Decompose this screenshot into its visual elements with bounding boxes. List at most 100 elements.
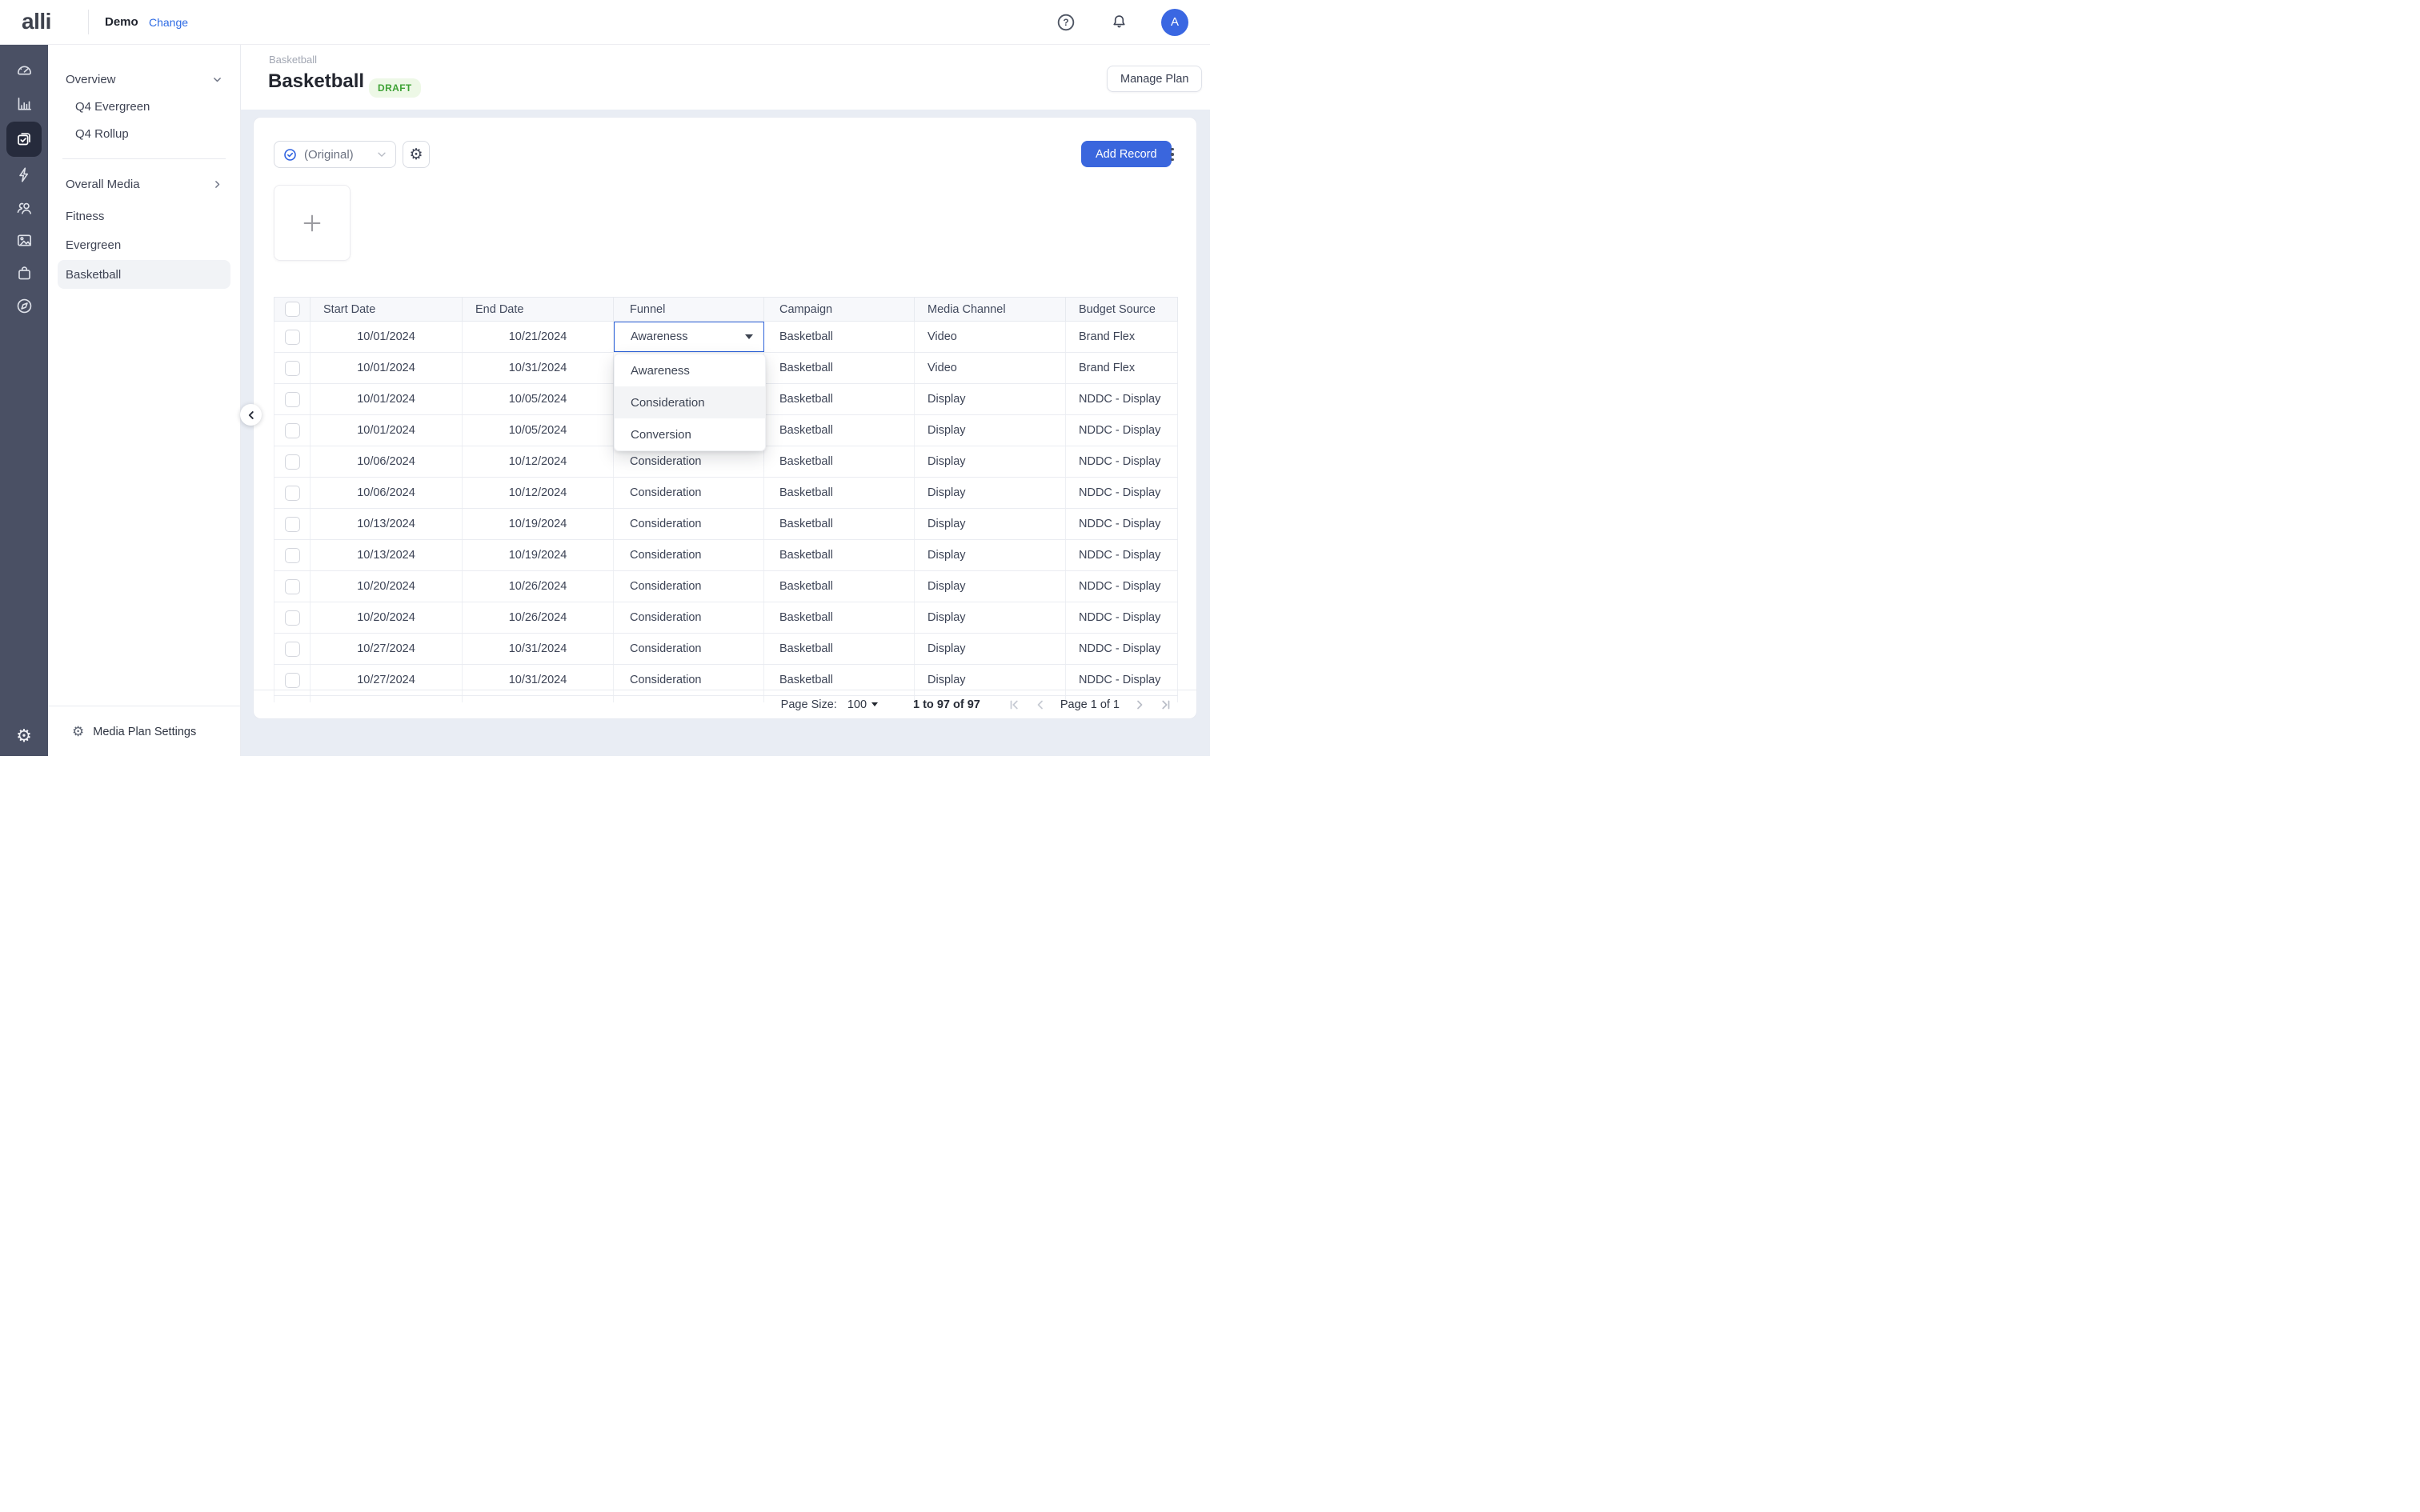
end-date-cell[interactable]: 10/31/2024 xyxy=(463,634,614,664)
start-date-cell[interactable]: 10/01/2024 xyxy=(311,322,463,352)
budget-source-cell[interactable]: NDDC - Display xyxy=(1066,571,1178,602)
more-options-button[interactable] xyxy=(1165,142,1180,166)
notifications-button[interactable] xyxy=(1108,12,1129,33)
rail-item-plans[interactable] xyxy=(6,122,42,157)
budget-source-cell[interactable]: Brand Flex xyxy=(1066,322,1178,352)
budget-source-cell[interactable]: NDDC - Display xyxy=(1066,478,1178,508)
row-checkbox[interactable] xyxy=(285,548,300,563)
rail-item-explore[interactable] xyxy=(6,290,42,322)
campaign-cell[interactable]: Basketball xyxy=(764,478,915,508)
funnel-cell[interactable]: Consideration xyxy=(614,634,764,664)
campaign-cell[interactable]: Basketball xyxy=(764,446,915,477)
media-channel-cell[interactable]: Display xyxy=(915,415,1066,446)
row-checkbox[interactable] xyxy=(285,423,300,438)
campaign-cell[interactable]: Basketball xyxy=(764,509,915,539)
column-header-end-date[interactable]: End Date xyxy=(463,298,614,321)
sidebar-item-q4-evergreen[interactable]: Q4 Evergreen xyxy=(58,93,230,120)
help-button[interactable]: ? xyxy=(1056,12,1076,33)
row-checkbox[interactable] xyxy=(285,517,300,532)
view-settings-button[interactable]: ⚙ xyxy=(403,141,430,168)
sidebar-item-overview[interactable]: Overview xyxy=(58,66,230,93)
funnel-select-open[interactable]: Awareness xyxy=(614,322,764,352)
version-select[interactable]: (Original) xyxy=(274,141,396,168)
row-checkbox[interactable] xyxy=(285,361,300,376)
funnel-cell[interactable]: Consideration xyxy=(614,509,764,539)
start-date-cell[interactable]: 10/13/2024 xyxy=(311,509,463,539)
end-date-cell[interactable]: 10/12/2024 xyxy=(463,446,614,477)
dropdown-option-consideration[interactable]: Consideration xyxy=(615,386,765,418)
media-channel-cell[interactable]: Display xyxy=(915,384,1066,414)
row-checkbox[interactable] xyxy=(285,454,300,470)
media-channel-cell[interactable]: Display xyxy=(915,478,1066,508)
sidebar-item-evergreen[interactable]: Evergreen xyxy=(58,231,230,258)
rail-item-dashboard[interactable] xyxy=(6,54,42,87)
media-channel-cell[interactable]: Display xyxy=(915,509,1066,539)
campaign-cell[interactable]: Basketball xyxy=(764,322,915,352)
row-checkbox[interactable] xyxy=(285,610,300,626)
budget-source-cell[interactable]: NDDC - Display xyxy=(1066,384,1178,414)
rail-item-shop[interactable] xyxy=(6,257,42,290)
start-date-cell[interactable]: 10/20/2024 xyxy=(311,571,463,602)
media-channel-cell[interactable]: Display xyxy=(915,540,1066,570)
add-record-button[interactable]: Add Record xyxy=(1081,141,1172,167)
avatar[interactable]: A xyxy=(1161,9,1188,36)
campaign-cell[interactable]: Basketball xyxy=(764,634,915,664)
manage-plan-button[interactable]: Manage Plan xyxy=(1107,66,1202,92)
select-all-checkbox[interactable] xyxy=(285,302,300,317)
column-header-budget-source[interactable]: Budget Source xyxy=(1066,298,1178,321)
budget-source-cell[interactable]: Brand Flex xyxy=(1066,353,1178,383)
page-size-select[interactable]: 100 xyxy=(847,698,878,711)
start-date-cell[interactable]: 10/13/2024 xyxy=(311,540,463,570)
add-view-tile[interactable] xyxy=(274,185,351,261)
sidebar-item-basketball[interactable]: Basketball xyxy=(58,260,230,289)
media-channel-cell[interactable]: Display xyxy=(915,602,1066,633)
budget-source-cell[interactable]: NDDC - Display xyxy=(1066,634,1178,664)
campaign-cell[interactable]: Basketball xyxy=(764,384,915,414)
funnel-cell[interactable]: Consideration xyxy=(614,571,764,602)
media-channel-cell[interactable]: Video xyxy=(915,322,1066,352)
start-date-cell[interactable]: 10/06/2024 xyxy=(311,446,463,477)
campaign-cell[interactable]: Basketball xyxy=(764,540,915,570)
media-channel-cell[interactable]: Display xyxy=(915,446,1066,477)
rail-item-audiences[interactable] xyxy=(6,191,42,224)
end-date-cell[interactable]: 10/21/2024 xyxy=(463,322,614,352)
funnel-cell[interactable]: Consideration xyxy=(614,602,764,633)
media-channel-cell[interactable]: Display xyxy=(915,571,1066,602)
start-date-cell[interactable]: 10/01/2024 xyxy=(311,384,463,414)
column-header-media-channel[interactable]: Media Channel xyxy=(915,298,1066,321)
sidebar-item-q4-rollup[interactable]: Q4 Rollup xyxy=(58,120,230,147)
budget-source-cell[interactable]: NDDC - Display xyxy=(1066,415,1178,446)
rail-settings-button[interactable]: ⚙ xyxy=(0,726,48,746)
column-header-campaign[interactable]: Campaign xyxy=(764,298,915,321)
campaign-cell[interactable]: Basketball xyxy=(764,353,915,383)
dropdown-option-conversion[interactable]: Conversion xyxy=(615,418,765,450)
media-channel-cell[interactable]: Video xyxy=(915,353,1066,383)
start-date-cell[interactable]: 10/27/2024 xyxy=(311,634,463,664)
budget-source-cell[interactable]: NDDC - Display xyxy=(1066,602,1178,633)
last-page-button[interactable] xyxy=(1160,698,1172,711)
start-date-cell[interactable]: 10/20/2024 xyxy=(311,602,463,633)
media-channel-cell[interactable]: Display xyxy=(915,634,1066,664)
campaign-cell[interactable]: Basketball xyxy=(764,602,915,633)
media-plan-settings-button[interactable]: ⚙ Media Plan Settings xyxy=(48,714,241,750)
start-date-cell[interactable]: 10/01/2024 xyxy=(311,353,463,383)
sidebar-item-fitness[interactable]: Fitness xyxy=(58,202,230,230)
row-checkbox[interactable] xyxy=(285,392,300,407)
sidebar-collapse-button[interactable] xyxy=(240,404,262,426)
funnel-cell[interactable]: Consideration xyxy=(614,540,764,570)
row-checkbox[interactable] xyxy=(285,579,300,594)
sidebar-item-overall-media[interactable]: Overall Media xyxy=(58,170,230,198)
campaign-cell[interactable]: Basketball xyxy=(764,415,915,446)
end-date-cell[interactable]: 10/19/2024 xyxy=(463,540,614,570)
dropdown-option-awareness[interactable]: Awareness xyxy=(615,354,765,386)
column-header-start-date[interactable]: Start Date xyxy=(311,298,463,321)
row-checkbox[interactable] xyxy=(285,330,300,345)
rail-item-reports[interactable] xyxy=(6,87,42,120)
end-date-cell[interactable]: 10/05/2024 xyxy=(463,384,614,414)
end-date-cell[interactable]: 10/19/2024 xyxy=(463,509,614,539)
prev-page-button[interactable] xyxy=(1034,698,1047,711)
budget-source-cell[interactable]: NDDC - Display xyxy=(1066,509,1178,539)
row-checkbox[interactable] xyxy=(285,642,300,657)
start-date-cell[interactable]: 10/06/2024 xyxy=(311,478,463,508)
end-date-cell[interactable]: 10/31/2024 xyxy=(463,353,614,383)
